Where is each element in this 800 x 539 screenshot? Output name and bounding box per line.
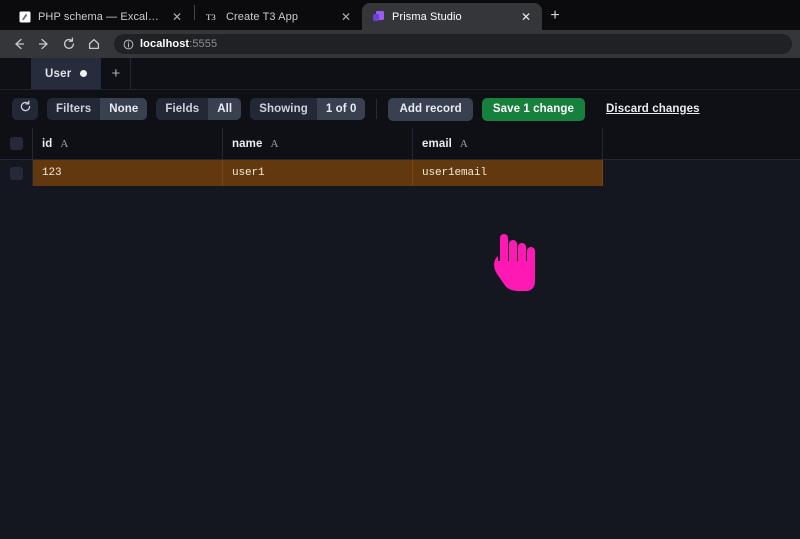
refresh-icon	[19, 100, 32, 118]
cell-value: user1	[232, 167, 265, 179]
column-type-icon: A	[60, 137, 69, 150]
select-all-cell[interactable]	[0, 128, 33, 159]
close-icon[interactable]: ✕	[519, 10, 533, 24]
browser-toolbar: localhost:5555	[0, 30, 800, 58]
data-toolbar: Filters None Fields All Showing 1 of 0 A…	[0, 90, 800, 128]
browser-tab-title: Create T3 App	[226, 10, 299, 23]
browser-tab-title: PHP schema — Excalidraw Plus	[38, 10, 159, 23]
column-header-filler	[603, 128, 800, 159]
t3-icon: T3	[206, 10, 219, 23]
url-port: :5555	[189, 38, 218, 50]
cell-name[interactable]: user1	[223, 160, 413, 186]
browser-tab-strip: PHP schema — Excalidraw Plus ✕ T3 Create…	[0, 0, 800, 30]
row-select-checkbox[interactable]	[9, 166, 23, 180]
pointing-hand-cursor	[492, 234, 540, 296]
excalidraw-icon	[18, 10, 31, 23]
cell-value: 123	[42, 167, 62, 179]
model-tab-bar: User +	[0, 58, 800, 90]
url-host: localhost	[140, 38, 190, 50]
row-select-cell[interactable]	[0, 160, 33, 186]
browser-tab-prisma-studio[interactable]: Prisma Studio ✕	[362, 3, 542, 30]
prisma-studio-app: User + Filters None Fields All Showing 1…	[0, 58, 800, 539]
data-grid: id A name A email A 123 user1 user1email	[0, 128, 800, 539]
data-grid-header: id A name A email A	[0, 128, 800, 160]
showing-label: Showing	[259, 103, 308, 115]
browser-tab-create-t3-app[interactable]: T3 Create T3 App ✕	[196, 3, 362, 30]
site-info-icon[interactable]	[123, 39, 134, 50]
filters-control[interactable]: Filters None	[47, 98, 148, 120]
close-icon[interactable]: ✕	[339, 10, 353, 24]
showing-value: 1 of 0	[316, 98, 366, 120]
save-changes-button[interactable]: Save 1 change	[481, 97, 586, 121]
reload-icon[interactable]	[58, 33, 80, 55]
model-tab-user[interactable]: User	[31, 58, 102, 89]
fields-control[interactable]: Fields All	[156, 98, 242, 120]
address-bar-url: localhost:5555	[140, 38, 217, 50]
filters-value: None	[100, 98, 148, 120]
home-icon[interactable]	[83, 33, 105, 55]
model-tab-label: User	[45, 67, 72, 80]
showing-control[interactable]: Showing 1 of 0	[250, 98, 366, 120]
select-all-checkbox[interactable]	[9, 137, 23, 150]
column-name: id	[42, 137, 53, 150]
unsaved-changes-dot-icon	[80, 70, 88, 77]
fields-label: Fields	[165, 103, 200, 115]
column-header-email[interactable]: email A	[413, 128, 603, 159]
filters-label: Filters	[56, 103, 92, 115]
address-bar[interactable]: localhost:5555	[114, 34, 792, 54]
cell-value: user1email	[422, 167, 488, 179]
tab-divider	[194, 5, 195, 20]
close-icon[interactable]: ✕	[170, 10, 184, 24]
browser-tab-title: Prisma Studio	[392, 10, 462, 23]
add-record-button[interactable]: Add record	[388, 97, 473, 121]
fields-value: All	[208, 98, 242, 120]
column-header-name[interactable]: name A	[223, 128, 413, 159]
column-header-id[interactable]: id A	[33, 128, 223, 159]
column-type-icon: A	[270, 137, 279, 150]
cell-id[interactable]: 123	[33, 160, 223, 186]
toolbar-divider	[376, 99, 378, 119]
browser-tab-excalidraw[interactable]: PHP schema — Excalidraw Plus ✕	[8, 3, 193, 30]
column-name: name	[232, 137, 263, 150]
add-model-tab-button[interactable]: +	[101, 58, 132, 89]
cell-email[interactable]: user1email	[413, 160, 603, 186]
discard-changes-link[interactable]: Discard changes	[606, 103, 700, 115]
new-tab-button[interactable]: +	[542, 3, 568, 29]
refresh-button[interactable]	[12, 98, 38, 120]
back-icon[interactable]	[8, 33, 30, 55]
forward-icon[interactable]	[33, 33, 55, 55]
prisma-icon	[372, 10, 385, 23]
svg-text:T3: T3	[206, 12, 216, 22]
browser-window: PHP schema — Excalidraw Plus ✕ T3 Create…	[0, 0, 800, 539]
column-name: email	[422, 137, 452, 150]
table-row[interactable]: 123 user1 user1email	[0, 160, 603, 186]
column-type-icon: A	[459, 137, 468, 150]
